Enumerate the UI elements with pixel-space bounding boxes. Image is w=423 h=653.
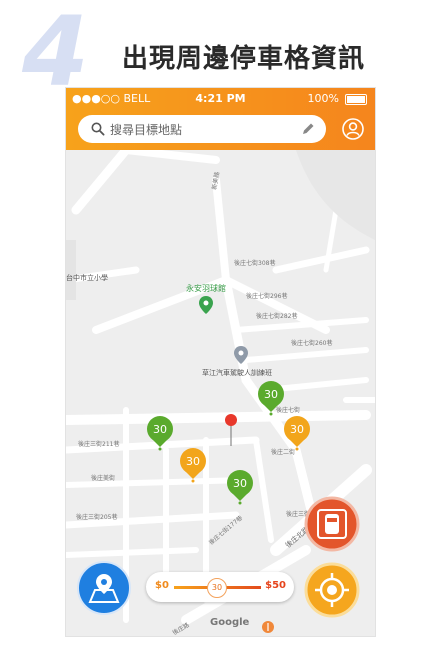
map-mode-button[interactable] (77, 561, 131, 615)
price-slider[interactable]: $0 30 $50 (146, 572, 294, 602)
parking-lot-button[interactable] (304, 496, 360, 552)
street-label: 後庄美街 (91, 474, 115, 482)
poi-label: 永安羽球館 (186, 283, 226, 293)
parking-pin-count: 30 (233, 477, 247, 490)
status-bar: ●●●○○ BELL 4:21 PM 100% (66, 88, 375, 110)
search-input[interactable]: 搜尋目標地點 (78, 115, 326, 143)
parking-pin-count: 30 (264, 388, 278, 401)
parking-pin-count: 30 (290, 423, 304, 436)
restaurant-icon (262, 621, 274, 633)
price-min-label: $0 (155, 580, 169, 591)
street-label: 後庄七街308巷 (234, 259, 275, 267)
step-number: 4 (22, 0, 89, 108)
search-placeholder: 搜尋目標地點 (110, 123, 183, 137)
battery-percent: 100% (307, 92, 339, 105)
school-label: 台中市立小學 (66, 273, 108, 282)
price-slider-thumb[interactable]: 30 (207, 578, 227, 598)
search-icon (91, 122, 105, 136)
battery-icon (345, 94, 367, 105)
map-canvas: 新美路 台中市立小學 後庄七街308巷 後庄七街296巷 後庄七街282巷 後庄… (66, 145, 375, 636)
street-label: 後庄三街211巷 (78, 440, 119, 448)
map-view[interactable]: 新美路 台中市立小學 後庄七街308巷 後庄七街296巷 後庄七街282巷 後庄… (66, 145, 375, 636)
google-logo: Google (210, 617, 250, 628)
parking-pin-count: 30 (153, 423, 167, 436)
street-label: 後庄七街282巷 (256, 312, 297, 320)
locate-me-button[interactable] (304, 562, 360, 618)
profile-icon[interactable] (342, 118, 364, 140)
street-label: 後庄三街205巷 (76, 513, 117, 521)
page-headline: 出現周邊停車格資訊 (122, 44, 366, 74)
parking-pin-count: 30 (186, 455, 200, 468)
top-bar: ●●●○○ BELL 4:21 PM 100% 搜尋目標地點 (66, 88, 375, 150)
street-label: 後庄七街 (276, 406, 300, 414)
pencil-icon[interactable] (300, 121, 316, 137)
street-label: 後庄七街260巷 (291, 339, 332, 347)
street-label: 後庄二街 (271, 448, 295, 456)
phone-screen: ●●●○○ BELL 4:21 PM 100% 搜尋目標地點 新美路 台中市立小… (66, 88, 375, 636)
price-max-label: $50 (265, 580, 286, 591)
street-label: 後庄七街296巷 (246, 292, 287, 300)
poi-label: 草江汽車駕駛人訓練班 (202, 368, 272, 377)
